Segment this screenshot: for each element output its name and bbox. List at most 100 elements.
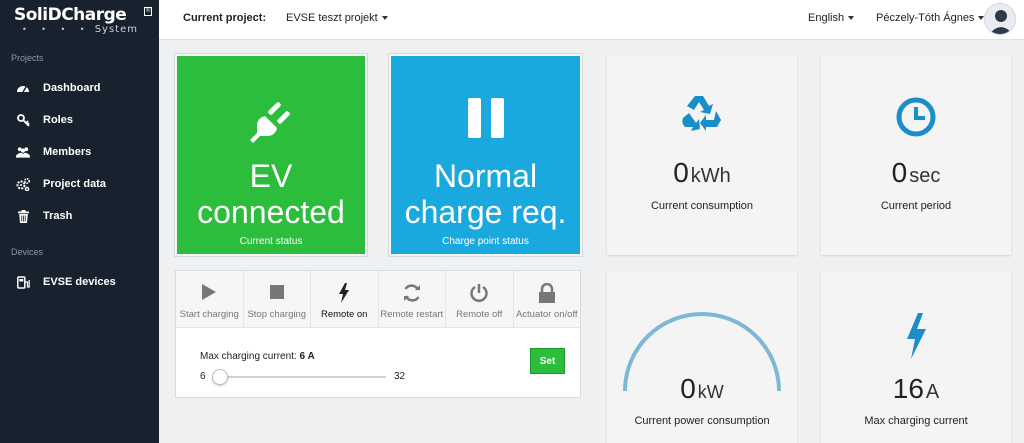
language-label: English bbox=[808, 12, 845, 24]
control-label: Remote restart bbox=[380, 309, 444, 320]
current-status-line-2: connected bbox=[197, 194, 345, 230]
current-project-label: Current project: bbox=[183, 12, 267, 24]
consumption-unit: kWh bbox=[690, 165, 731, 187]
top-bar: Current project: EVSE teszt projekt Engl… bbox=[159, 0, 1024, 40]
user-name: Péczely-Tóth Ágnes bbox=[876, 12, 975, 24]
logo-dots: • • • • bbox=[22, 25, 91, 34]
clock-icon bbox=[896, 97, 936, 142]
period-unit: sec bbox=[909, 165, 941, 187]
slider-min-label: 6 bbox=[200, 371, 206, 382]
recycle-icon bbox=[679, 93, 725, 140]
user-avatar-icon bbox=[989, 10, 1013, 34]
sidebar-item-roles[interactable]: Roles bbox=[0, 106, 159, 134]
avatar[interactable] bbox=[984, 3, 1016, 35]
sidebar-item-label: Dashboard bbox=[43, 82, 101, 94]
play-icon bbox=[201, 283, 217, 306]
slider-track[interactable] bbox=[212, 376, 386, 378]
max-current-label-value: 6 A bbox=[299, 351, 315, 362]
current-power-caption: Current power consumption bbox=[634, 415, 770, 427]
max-charging-current-label: Max charging current: 6 A bbox=[200, 351, 315, 362]
current-power-tile: 0 kW Current power consumption bbox=[607, 271, 797, 443]
actuator-toggle-button[interactable]: Actuator on/off bbox=[513, 271, 580, 327]
sidebar-item-evse-devices[interactable]: EVSE devices bbox=[0, 268, 159, 296]
control-buttons: Start charging Stop charging Remote on R… bbox=[176, 271, 580, 328]
current-period-tile: 0 sec Current period bbox=[821, 55, 1011, 255]
remote-on-button[interactable]: Remote on bbox=[311, 271, 379, 327]
bolt-icon bbox=[904, 313, 928, 364]
sidebar-item-members[interactable]: Members bbox=[0, 138, 159, 166]
sidebar: SoliDCharge • • • • System ® Projects Da… bbox=[0, 0, 159, 443]
set-button[interactable]: Set bbox=[530, 348, 565, 374]
charge-point-status-line-2: charge req. bbox=[404, 194, 567, 230]
sidebar-item-project-data[interactable]: Project data bbox=[0, 170, 159, 198]
power-icon bbox=[469, 283, 489, 308]
control-label: Remote off bbox=[456, 309, 503, 320]
lock-icon bbox=[538, 282, 556, 308]
sidebar-item-dashboard[interactable]: Dashboard bbox=[0, 74, 159, 102]
sidebar-item-label: Roles bbox=[43, 114, 73, 126]
plug-icon bbox=[245, 96, 297, 153]
dashboard-icon bbox=[16, 81, 30, 95]
sidebar-item-label: Project data bbox=[43, 178, 106, 190]
control-label: Actuator on/off bbox=[515, 309, 578, 320]
start-charging-button[interactable]: Start charging bbox=[176, 271, 244, 327]
section-heading-devices: Devices bbox=[11, 247, 44, 257]
charge-point-status-tile: Normal charge req. Charge point status bbox=[389, 54, 582, 256]
max-current-unit: A bbox=[925, 381, 940, 403]
slider-max-label: 32 bbox=[394, 371, 406, 382]
pause-icon bbox=[464, 96, 508, 145]
charge-point-status-caption: Charge point status bbox=[442, 236, 529, 247]
control-label: Remote on bbox=[321, 309, 368, 320]
current-status-caption: Current status bbox=[239, 236, 303, 247]
current-status-line-1: EV bbox=[249, 158, 293, 194]
charging-current-slider[interactable] bbox=[212, 369, 386, 385]
refresh-icon bbox=[402, 283, 422, 308]
control-label: Stop charging bbox=[247, 309, 307, 320]
power-unit: kW bbox=[697, 382, 724, 402]
max-current-number: 16 bbox=[892, 373, 924, 404]
project-selector-label: EVSE teszt projekt bbox=[286, 12, 378, 24]
max-current-label-text: Max charging current: bbox=[200, 351, 297, 362]
current-consumption-caption: Current consumption bbox=[650, 200, 754, 212]
max-charging-current-value: 16 A bbox=[821, 373, 1011, 405]
project-selector[interactable]: EVSE teszt projekt bbox=[286, 12, 388, 24]
sidebar-item-label: Trash bbox=[43, 210, 73, 222]
max-charging-current-tile: 16 A Max charging current bbox=[821, 271, 1011, 443]
registered-mark: ® bbox=[144, 7, 153, 16]
sidebar-item-trash[interactable]: Trash bbox=[0, 202, 159, 230]
max-charging-current-caption: Max charging current bbox=[864, 415, 968, 427]
chevron-down-icon bbox=[381, 16, 388, 21]
stop-charging-button[interactable]: Stop charging bbox=[243, 271, 311, 327]
section-heading-projects: Projects bbox=[11, 53, 44, 63]
current-consumption-value: 0 kWh bbox=[607, 157, 797, 189]
current-period-value: 0 sec bbox=[821, 157, 1011, 189]
control-label: Start charging bbox=[179, 309, 239, 320]
logo-line-2: • • • • System bbox=[14, 24, 150, 36]
current-status-tile: EV connected Current status bbox=[175, 54, 367, 256]
control-panel: Start charging Stop charging Remote on R… bbox=[175, 270, 581, 398]
power-number: 0 bbox=[680, 373, 696, 404]
sidebar-item-label: EVSE devices bbox=[43, 276, 116, 288]
user-menu[interactable]: Péczely-Tóth Ágnes bbox=[876, 12, 985, 24]
users-icon bbox=[16, 145, 30, 159]
gears-icon bbox=[16, 177, 30, 191]
chevron-down-icon bbox=[848, 16, 855, 21]
consumption-number: 0 bbox=[673, 157, 689, 188]
stop-icon bbox=[269, 283, 285, 306]
evse-device-icon bbox=[16, 275, 30, 289]
slider-handle[interactable] bbox=[212, 369, 228, 385]
trash-icon bbox=[16, 209, 30, 223]
language-selector[interactable]: English bbox=[808, 12, 855, 24]
remote-off-button[interactable]: Remote off bbox=[446, 271, 514, 327]
logo-line-1: SoliDCharge bbox=[14, 5, 127, 25]
current-power-value: 0 kW bbox=[607, 373, 797, 405]
solidcharge-logo[interactable]: SoliDCharge • • • • System ® bbox=[14, 5, 153, 38]
sidebar-item-label: Members bbox=[43, 146, 92, 158]
period-number: 0 bbox=[891, 157, 908, 188]
remote-restart-button[interactable]: Remote restart bbox=[378, 271, 446, 327]
charge-point-status-line-1: Normal bbox=[433, 158, 538, 194]
current-period-caption: Current period bbox=[880, 200, 952, 212]
logo-system: System bbox=[94, 24, 138, 35]
bolt-icon bbox=[338, 283, 350, 308]
current-consumption-tile: 0 kWh Current consumption bbox=[607, 55, 797, 255]
